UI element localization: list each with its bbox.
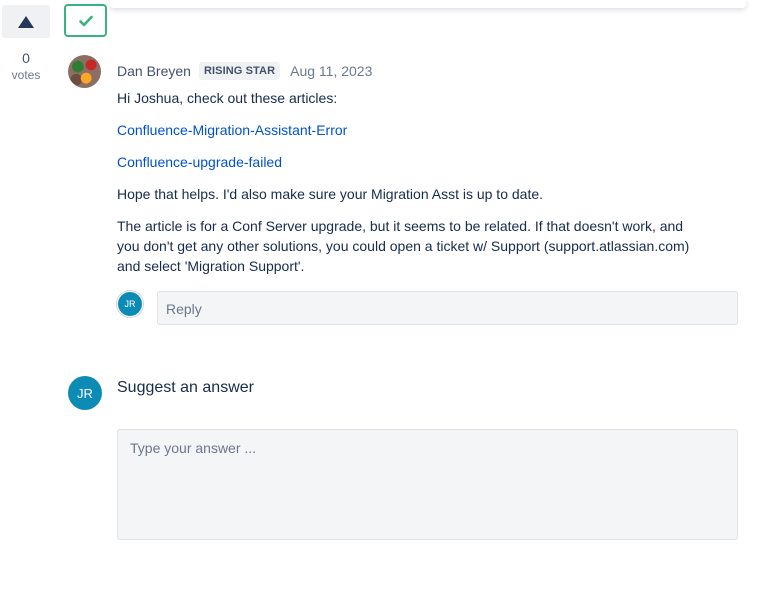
article-link-migration-assistant-error[interactable]: Confluence-Migration-Assistant-Error	[117, 122, 347, 138]
checkmark-icon	[78, 15, 93, 26]
rank-badge: RISING STAR	[198, 62, 281, 80]
answer-date: Aug 11, 2023	[290, 63, 373, 79]
upvote-button[interactable]	[2, 5, 50, 38]
avatar: JR	[117, 291, 143, 317]
article-link-upgrade-failed[interactable]: Confluence-upgrade-failed	[117, 154, 282, 170]
answer-paragraph: The article is for a Conf Server upgrade…	[117, 218, 690, 274]
accepted-answer-button[interactable]	[64, 4, 107, 37]
triangle-up-icon	[18, 15, 34, 28]
vote-count: 0	[22, 50, 30, 66]
avatar: JR	[68, 376, 102, 410]
greeting-text: Hi Joshua, check out these articles:	[117, 90, 338, 106]
answer-paragraph: Hope that helps. I'd also make sure your…	[117, 186, 544, 202]
suggest-answer-heading: Suggest an answer	[117, 379, 254, 396]
vote-panel: 0 votes	[2, 5, 50, 82]
answer-meta: Dan Breyen RISING STAR Aug 11, 2023	[117, 62, 372, 80]
vote-label: votes	[11, 68, 41, 82]
answer-input[interactable]: Type your answer ...	[117, 429, 738, 540]
author-avatar[interactable]	[68, 55, 101, 88]
previous-card-edge	[110, 0, 746, 8]
reply-input[interactable]: Reply	[157, 291, 738, 325]
author-name[interactable]: Dan Breyen	[117, 63, 191, 79]
